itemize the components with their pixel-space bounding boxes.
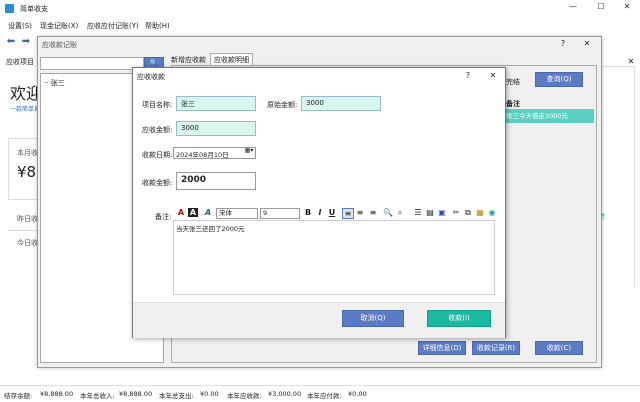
original-amount-field[interactable]: 3000 — [301, 96, 381, 111]
bullet-list-icon[interactable]: ☰ — [413, 208, 423, 217]
collect-record-button[interactable]: 收款记录(R) — [472, 341, 520, 355]
bold-icon[interactable]: B — [303, 208, 313, 217]
tab-new-receivable[interactable]: 新增应收款 — [171, 55, 206, 65]
remark-label: 备注: — [155, 213, 172, 221]
receivable-label: 应收金额: — [142, 126, 173, 134]
paste-icon[interactable]: ▦ — [475, 208, 485, 217]
main-divider — [8, 230, 40, 231]
confirm-collect-button[interactable]: 收款(I) — [427, 310, 491, 327]
query-button[interactable]: 查询(Q) — [535, 72, 583, 87]
yesterday-label: 昨日收 — [17, 215, 38, 223]
records-title: 应收款记账 — [42, 41, 77, 49]
table-row-selected[interactable]: 张三今天借走3000元 — [498, 109, 594, 123]
dialog-help-icon[interactable]: ? — [463, 71, 473, 80]
income-label: 本年总收入: — [80, 392, 115, 400]
align-right-icon[interactable]: ≡ — [368, 208, 378, 217]
detail-button[interactable]: 详细信息(D) — [418, 341, 466, 355]
find-icon[interactable]: 🔍 — [383, 208, 393, 217]
project-label: 项目名称: — [142, 101, 173, 109]
welcome-tagline: 一款简单易 — [10, 106, 41, 113]
dialog-title: 应收收款 — [137, 73, 165, 81]
balance-label: 结存余额: — [4, 392, 33, 400]
remark-column-header: 备注 — [506, 100, 520, 108]
original-amount-label: 原始金额: — [267, 101, 298, 109]
tree-item[interactable]: ·· 张三 — [44, 78, 65, 88]
dialog-titlebar — [133, 68, 505, 84]
right-panel-edge — [600, 66, 635, 287]
date-value: 2024年08月10日 — [176, 151, 229, 159]
clear-format-icon[interactable]: A — [203, 208, 213, 217]
forward-arrow-icon[interactable]: ➡ — [20, 36, 32, 47]
complete-label: 完结 — [506, 78, 520, 86]
receivable-field[interactable]: 3000 — [176, 121, 256, 136]
indent-icon[interactable]: ▤ — [425, 208, 435, 217]
remark-text: 当天张三还回了2000元 — [176, 225, 245, 233]
records-search-input[interactable] — [40, 57, 144, 70]
month-label: 本月收 — [17, 149, 38, 157]
status-bar: 结存余额: ¥8,888.00 本年总收入: ¥8,888.00 本年总支出: … — [0, 385, 640, 402]
date-label: 收款日期: — [142, 151, 173, 159]
title-bar: 简单收支 — ☐ ✕ — [0, 0, 640, 17]
receivable-label-status: 本年应收款: — [227, 392, 262, 400]
menu-receivable-payable[interactable]: 应收应付记账(Y) — [87, 21, 139, 31]
expense-value: ¥0.00 — [200, 390, 219, 398]
income-value: ¥8,888.00 — [119, 390, 153, 398]
insert-symbol-icon[interactable]: ◉ — [487, 208, 497, 217]
dialog-close-icon[interactable]: ✕ — [488, 71, 498, 80]
payable-label: 本年应付款: — [307, 392, 342, 400]
maximize-icon[interactable]: ☐ — [594, 2, 608, 11]
menu-settings[interactable]: 设置(S) — [8, 21, 32, 31]
font-name-value: 宋体 — [219, 209, 232, 217]
align-center-icon[interactable]: ≡ — [355, 208, 365, 217]
align-left-icon[interactable]: ≡ — [342, 208, 354, 219]
font-size-select[interactable]: 9 — [260, 208, 300, 219]
balance-value: ¥8,888.00 — [40, 390, 74, 398]
back-arrow-icon[interactable]: ⬅ — [5, 36, 17, 47]
font-size-value: 9 — [263, 209, 268, 217]
app-title: 简单收支 — [20, 5, 48, 13]
close-icon[interactable]: ✕ — [620, 2, 634, 11]
records-help-icon[interactable]: ? — [558, 39, 568, 48]
highlight-color-icon[interactable]: A — [188, 208, 198, 217]
today-label: 今日收 — [17, 239, 38, 247]
menu-help[interactable]: 帮助(H) — [145, 21, 170, 31]
font-name-select[interactable]: 宋体 — [216, 208, 258, 219]
collect-dialog: 应收收款 ? ✕ 项目名称: 张三 原始金额: 3000 应收金额: 3000 … — [132, 67, 506, 338]
project-field[interactable]: 张三 — [176, 96, 256, 111]
app-icon — [5, 4, 14, 13]
receivable-value-status: ¥3,000.00 — [268, 390, 302, 398]
remark-editor[interactable]: 当天张三还回了2000元 — [173, 220, 495, 295]
menu-bar: 设置(S) 现金记账(X) 应收应付记账(Y) 帮助(H) — [0, 18, 640, 33]
calendar-dropdown-icon[interactable]: ▦▾ — [243, 147, 255, 154]
cancel-button[interactable]: 取消(Q) — [342, 310, 404, 327]
underline-icon[interactable]: U — [327, 208, 337, 217]
italic-icon[interactable]: I — [315, 208, 325, 217]
expense-label: 本年总支出: — [159, 392, 194, 400]
image-icon[interactable]: ▣ — [437, 208, 447, 217]
amount-label: 收款金额: — [142, 179, 173, 187]
minimize-icon[interactable]: — — [566, 2, 580, 11]
records-close-icon[interactable]: ✕ — [582, 39, 592, 48]
payable-value: ¥0.00 — [348, 390, 367, 398]
amount-field[interactable]: 2000 — [176, 172, 256, 190]
menu-cash[interactable]: 现金记账(X) — [40, 21, 78, 31]
font-color-icon[interactable]: A — [176, 208, 186, 217]
copy-icon[interactable]: ⧉ — [463, 208, 473, 218]
tab-close-icon[interactable]: ✕ — [626, 57, 636, 66]
remark-cell: 张三今天借走3000元 — [506, 112, 569, 120]
cut-icon[interactable]: ✂ — [451, 208, 461, 217]
collect-button[interactable]: 收款(C) — [535, 341, 583, 355]
replace-icon[interactable]: ⌕ — [395, 208, 405, 218]
